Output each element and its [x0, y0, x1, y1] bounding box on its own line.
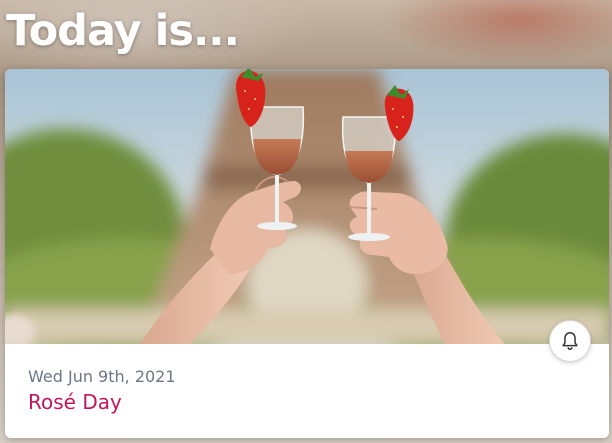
event-info: Wed Jun 9th, 2021 Rosé Day: [5, 344, 609, 438]
event-card[interactable]: Wed Jun 9th, 2021 Rosé Day: [5, 69, 609, 438]
page-title: Today is...: [6, 6, 240, 56]
event-name[interactable]: Rosé Day: [28, 390, 122, 414]
reminder-button[interactable]: [549, 320, 591, 362]
bell-icon: [562, 332, 578, 350]
event-photo: [5, 69, 609, 344]
event-date: Wed Jun 9th, 2021: [28, 367, 176, 386]
